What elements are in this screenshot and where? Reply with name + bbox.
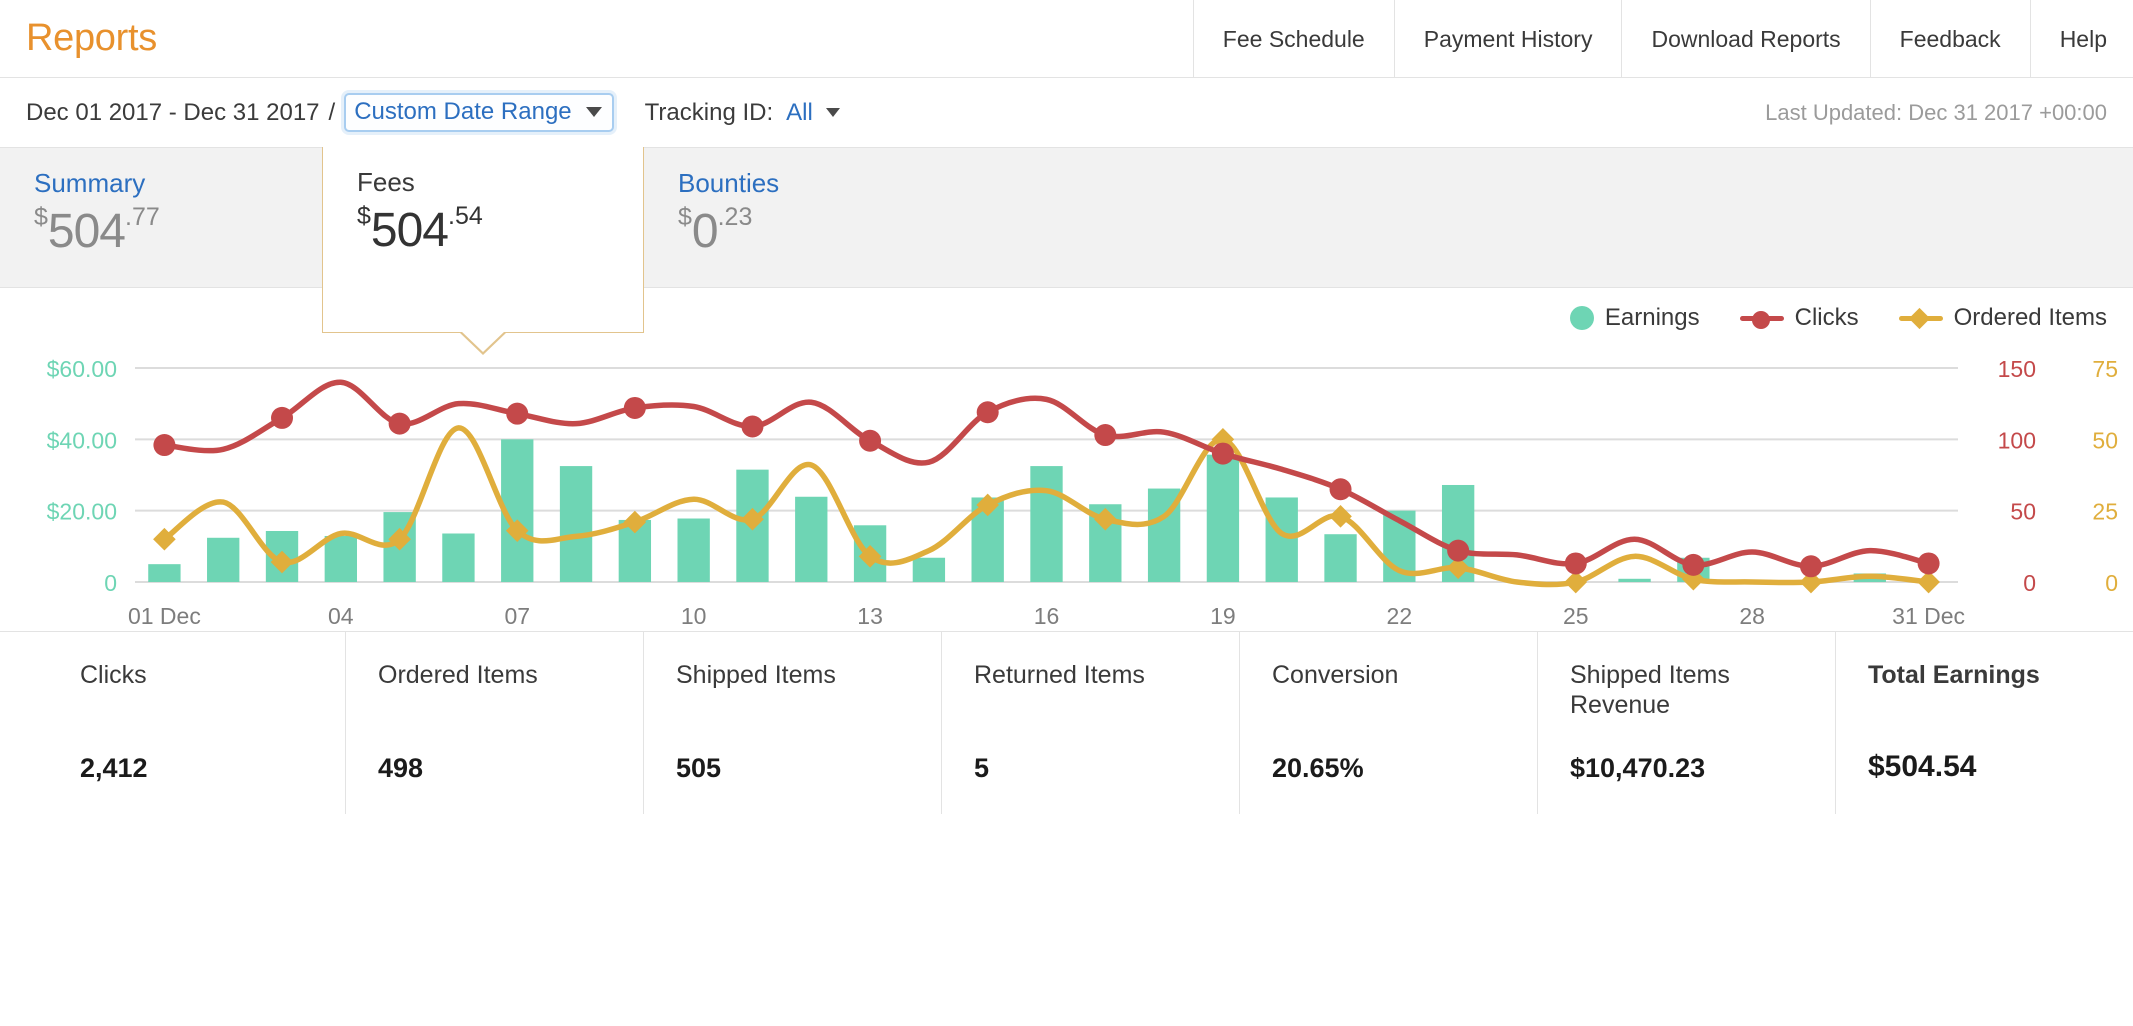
filter-bar: Dec 01 2017 - Dec 31 2017 / Custom Date … [0,78,2133,148]
nav-fee-schedule[interactable]: Fee Schedule [1192,0,1394,78]
chevron-down-icon [585,107,602,117]
stat-value: 2,412 [80,753,148,783]
chart-legend: Earnings Clicks Ordered Items [1569,304,2107,332]
card-summary-amount: $504.77 [34,205,322,256]
svg-text:07: 07 [504,603,530,629]
nav-feedback[interactable]: Feedback [1869,0,2030,78]
custom-date-range-dropdown[interactable]: Custom Date Range [344,93,614,132]
svg-text:16: 16 [1034,603,1060,629]
currency-symbol: $ [34,203,48,231]
stat-label: Clicks [80,661,147,689]
summary-cards: Summary $504.77 Fees $504.54 Bounties $0… [0,147,2133,355]
nav-payment-history[interactable]: Payment History [1393,0,1622,78]
svg-text:$40.00: $40.00 [47,427,117,453]
amount-cents: .23 [717,203,753,231]
stat-value: $504.54 [1868,750,1977,783]
amount-cents: .54 [448,202,483,230]
stat-value: 5 [974,753,990,783]
svg-text:28: 28 [1739,603,1765,629]
stat-label: Total Earnings [1868,661,2040,689]
stat-value: 20.65% [1272,753,1364,783]
stat-ordered-items: Ordered Items 498 [346,632,644,814]
stat-label: Conversion [1272,661,1399,689]
svg-text:13: 13 [857,603,883,629]
legend-label-earnings: Earnings [1604,304,1700,331]
legend-item-clicks[interactable]: Clicks [1739,304,1859,332]
stat-clicks: Clicks 2,412 [0,632,346,814]
top-bar: Reports Fee Schedule Payment History Dow… [0,0,2133,78]
svg-text:25: 25 [1563,603,1589,629]
legend-item-ordered-items[interactable]: Ordered Items [1898,304,2107,332]
stat-value: 498 [378,753,424,783]
custom-date-range-label: Custom Date Range [354,98,572,125]
stat-value: 505 [676,753,722,783]
legend-label-clicks: Clicks [1794,304,1859,331]
stat-conversion: Conversion 20.65% [1240,632,1538,814]
legend-item-earnings[interactable]: Earnings [1569,304,1700,332]
card-bounties-title: Bounties [678,168,780,198]
stat-value: $10,470.23 [1570,753,1706,783]
stat-label: Returned Items [974,661,1145,689]
nav-download-reports[interactable]: Download Reports [1621,0,1869,78]
stat-label: Ordered Items [378,661,538,689]
amount-cents: .77 [125,203,160,231]
svg-text:100: 100 [1998,427,2036,453]
tracking-id-value[interactable]: All [786,99,813,127]
svg-text:75: 75 [2092,356,2118,382]
svg-text:04: 04 [328,603,354,629]
svg-text:31 Dec: 31 Dec [1892,603,1965,629]
svg-text:25: 25 [2092,499,2118,525]
card-summary[interactable]: Summary $504.77 [0,148,322,287]
card-fees-amount: $504.54 [357,204,643,255]
ordered-items-line-marker-icon [1898,307,1943,330]
svg-text:$20.00: $20.00 [47,499,117,525]
page-title: Reports [26,17,157,59]
svg-text:19: 19 [1210,603,1236,629]
svg-text:10: 10 [681,603,707,629]
stat-label: Shipped Items Revenue [1570,661,1730,719]
stat-total-earnings: Total Earnings $504.54 [1836,632,2133,814]
svg-text:0: 0 [2105,570,2118,596]
stats-table: Clicks 2,412 Ordered Items 498 Shipped I… [0,632,2133,814]
svg-text:0: 0 [104,570,117,596]
last-updated-text: Last Updated: Dec 31 2017 +00:00 [1765,99,2107,125]
amount-whole: 504 [370,204,449,257]
svg-text:$60.00: $60.00 [47,356,117,382]
clicks-line-marker-icon [1739,308,1784,329]
svg-text:50: 50 [2010,499,2036,525]
reports-combo-chart: 0 0 0 $20.00 50 25 $40.00 100 50 $60.00 150 75 01 De… [47,356,2118,629]
amount-whole: 504 [47,205,126,258]
svg-text:0: 0 [2023,570,2036,596]
stat-shipped-items: Shipped Items 505 [644,632,942,814]
svg-text:150: 150 [1998,356,2036,382]
tracking-id-filter[interactable]: Tracking ID: All [645,99,840,127]
card-summary-title: Summary [34,168,146,198]
date-range-text: Dec 01 2017 - Dec 31 2017 [26,98,320,126]
currency-symbol: $ [678,203,692,231]
amount-whole: 0 [691,205,719,258]
date-range-separator: / [328,98,336,126]
chevron-down-icon [825,108,840,117]
svg-text:01 Dec: 01 Dec [128,603,201,629]
legend-label-ordered-items: Ordered Items [1953,304,2107,331]
card-bounties-amount: $0.23 [678,205,966,256]
stat-label: Shipped Items [676,661,836,689]
tracking-id-label: Tracking ID: [644,98,774,126]
top-navigation: Fee Schedule Payment History Download Re… [1192,0,2133,78]
svg-text:22: 22 [1387,603,1413,629]
card-fees-title: Fees [357,167,415,197]
currency-symbol: $ [357,202,371,230]
earnings-color-swatch-icon [1569,306,1594,330]
nav-help[interactable]: Help [2029,0,2133,78]
svg-text:50: 50 [2092,427,2118,453]
stat-returned-items: Returned Items 5 [942,632,1240,814]
card-fees[interactable]: Fees $504.54 [322,147,644,355]
chart-section: Earnings Clicks Ordered Items 0 0 0 $20.00 5… [0,288,2133,632]
card-fees-pointer-fill [461,331,505,352]
stat-shipped-items-revenue: Shipped Items Revenue $10,470.23 [1538,632,1836,814]
card-bounties[interactable]: Bounties $0.23 [644,148,966,287]
